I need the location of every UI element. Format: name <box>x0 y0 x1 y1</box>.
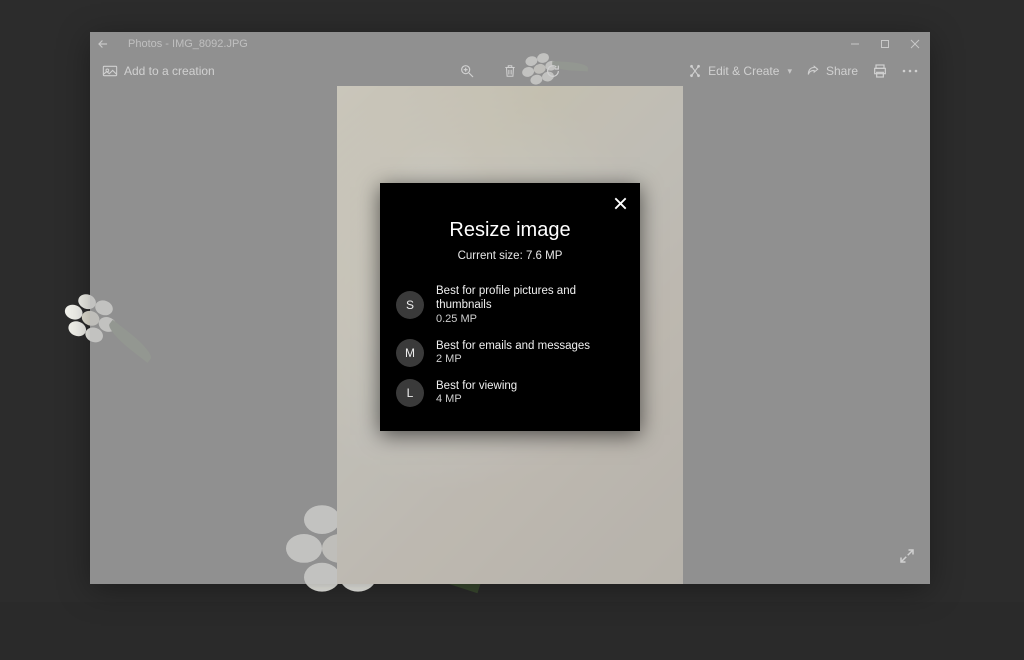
zoom-button[interactable] <box>459 63 475 79</box>
zoom-icon <box>459 63 475 79</box>
size-badge-m: M <box>396 339 424 367</box>
size-badge-s: S <box>396 291 424 319</box>
resize-option-large[interactable]: L Best for viewing 4 MP <box>396 373 624 413</box>
option-size: 2 MP <box>436 353 590 367</box>
share-button[interactable]: Share <box>806 64 858 78</box>
option-desc: Best for viewing <box>436 379 517 393</box>
share-icon <box>806 64 820 78</box>
print-icon <box>872 63 888 79</box>
option-desc: Best for emails and messages <box>436 339 590 353</box>
rotate-icon <box>545 63 561 79</box>
size-badge-l: L <box>396 379 424 407</box>
add-creation-icon <box>102 64 118 78</box>
edit-create-button[interactable]: Edit & Create ▾ <box>688 64 792 78</box>
close-dialog-button[interactable] <box>608 191 632 215</box>
trash-icon <box>503 63 517 79</box>
close-window-button[interactable] <box>900 32 930 56</box>
delete-button[interactable] <box>503 63 517 79</box>
print-button[interactable] <box>872 63 888 79</box>
back-button[interactable] <box>96 37 128 51</box>
resize-option-medium[interactable]: M Best for emails and messages 2 MP <box>396 333 624 373</box>
toolbar: Add to a creation <box>90 56 930 86</box>
share-label: Share <box>826 64 858 78</box>
maximize-button[interactable] <box>870 32 900 56</box>
add-to-creation-label: Add to a creation <box>124 64 215 78</box>
option-desc: Best for profile pictures and thumbnails <box>436 284 624 313</box>
option-size: 0.25 MP <box>436 313 624 327</box>
edit-icon <box>688 64 702 78</box>
option-size: 4 MP <box>436 393 517 407</box>
dialog-title: Resize image <box>396 219 624 242</box>
more-icon <box>902 69 918 73</box>
rotate-button[interactable] <box>545 63 561 79</box>
titlebar: Photos - IMG_8092.JPG <box>90 32 930 56</box>
edit-create-label: Edit & Create <box>708 64 779 78</box>
window-title: Photos - IMG_8092.JPG <box>128 38 248 50</box>
resize-option-small[interactable]: S Best for profile pictures and thumbnai… <box>396 278 624 333</box>
dialog-subtitle: Current size: 7.6 MP <box>396 250 624 262</box>
fullscreen-button[interactable] <box>898 547 916 570</box>
minimize-button[interactable] <box>840 32 870 56</box>
add-to-creation-button[interactable]: Add to a creation <box>102 64 215 78</box>
chevron-down-icon: ▾ <box>787 66 792 77</box>
more-button[interactable] <box>902 69 918 73</box>
resize-image-dialog: Resize image Current size: 7.6 MP S Best… <box>380 183 640 431</box>
